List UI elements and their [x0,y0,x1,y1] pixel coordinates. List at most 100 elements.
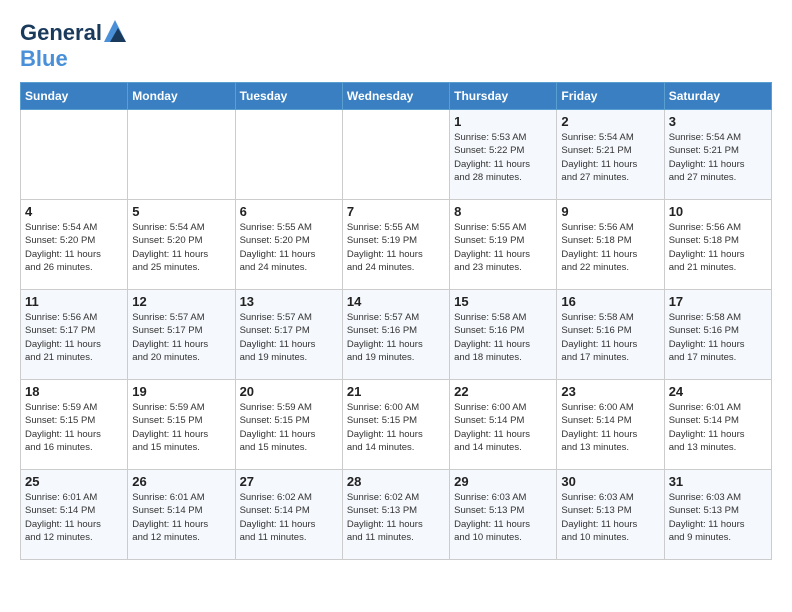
day-number: 11 [25,294,123,309]
calendar-cell: 27 Sunrise: 6:02 AM Sunset: 5:14 PM Dayli… [235,470,342,560]
day-info: Sunrise: 5:55 AM Sunset: 5:19 PM Dayligh… [347,221,445,274]
day-info: Sunrise: 6:02 AM Sunset: 5:13 PM Dayligh… [347,491,445,544]
day-number: 6 [240,204,338,219]
calendar-cell: 25 Sunrise: 6:01 AM Sunset: 5:14 PM Dayli… [21,470,128,560]
day-number: 25 [25,474,123,489]
day-info: Sunrise: 5:55 AM Sunset: 5:20 PM Dayligh… [240,221,338,274]
day-info: Sunrise: 5:53 AM Sunset: 5:22 PM Dayligh… [454,131,552,184]
day-number: 22 [454,384,552,399]
day-number: 10 [669,204,767,219]
calendar-cell: 2 Sunrise: 5:54 AM Sunset: 5:21 PM Daylig… [557,110,664,200]
day-number: 4 [25,204,123,219]
day-info: Sunrise: 5:58 AM Sunset: 5:16 PM Dayligh… [561,311,659,364]
day-info: Sunrise: 6:00 AM Sunset: 5:14 PM Dayligh… [454,401,552,454]
calendar-cell: 21 Sunrise: 6:00 AM Sunset: 5:15 PM Dayli… [342,380,449,470]
day-info: Sunrise: 6:00 AM Sunset: 5:15 PM Dayligh… [347,401,445,454]
calendar-cell: 17 Sunrise: 5:58 AM Sunset: 5:16 PM Dayli… [664,290,771,380]
logo-blue-text: Blue [20,46,68,71]
day-info: Sunrise: 5:56 AM Sunset: 5:17 PM Dayligh… [25,311,123,364]
day-info: Sunrise: 6:01 AM Sunset: 5:14 PM Dayligh… [25,491,123,544]
calendar-cell: 6 Sunrise: 5:55 AM Sunset: 5:20 PM Daylig… [235,200,342,290]
day-info: Sunrise: 6:00 AM Sunset: 5:14 PM Dayligh… [561,401,659,454]
day-number: 9 [561,204,659,219]
calendar-cell: 28 Sunrise: 6:02 AM Sunset: 5:13 PM Dayli… [342,470,449,560]
day-info: Sunrise: 5:56 AM Sunset: 5:18 PM Dayligh… [669,221,767,274]
day-info: Sunrise: 6:03 AM Sunset: 5:13 PM Dayligh… [561,491,659,544]
day-info: Sunrise: 6:03 AM Sunset: 5:13 PM Dayligh… [669,491,767,544]
calendar-cell: 23 Sunrise: 6:00 AM Sunset: 5:14 PM Dayli… [557,380,664,470]
day-info: Sunrise: 5:54 AM Sunset: 5:20 PM Dayligh… [25,221,123,274]
day-number: 15 [454,294,552,309]
calendar-cell: 16 Sunrise: 5:58 AM Sunset: 5:16 PM Dayli… [557,290,664,380]
day-info: Sunrise: 5:55 AM Sunset: 5:19 PM Dayligh… [454,221,552,274]
day-number: 28 [347,474,445,489]
day-header-tuesday: Tuesday [235,83,342,110]
calendar-cell: 15 Sunrise: 5:58 AM Sunset: 5:16 PM Dayli… [450,290,557,380]
calendar-cell: 8Sunrise: 5:55 AM Sunset: 5:19 PM Daylig… [450,200,557,290]
logo-general-text: General [20,20,102,46]
day-number: 16 [561,294,659,309]
day-info: Sunrise: 5:57 AM Sunset: 5:17 PM Dayligh… [132,311,230,364]
calendar-cell: 20Sunrise: 5:59 AM Sunset: 5:15 PM Dayli… [235,380,342,470]
calendar-cell [235,110,342,200]
day-number: 12 [132,294,230,309]
page-header: General Blue [20,20,772,72]
day-info: Sunrise: 5:59 AM Sunset: 5:15 PM Dayligh… [240,401,338,454]
calendar-cell: 12 Sunrise: 5:57 AM Sunset: 5:17 PM Dayli… [128,290,235,380]
day-number: 18 [25,384,123,399]
day-number: 2 [561,114,659,129]
day-number: 5 [132,204,230,219]
day-info: Sunrise: 5:59 AM Sunset: 5:15 PM Dayligh… [132,401,230,454]
calendar-cell: 7 Sunrise: 5:55 AM Sunset: 5:19 PM Daylig… [342,200,449,290]
day-info: Sunrise: 5:54 AM Sunset: 5:21 PM Dayligh… [669,131,767,184]
day-info: Sunrise: 6:03 AM Sunset: 5:13 PM Dayligh… [454,491,552,544]
day-number: 7 [347,204,445,219]
calendar-cell: 1 Sunrise: 5:53 AM Sunset: 5:22 PM Daylig… [450,110,557,200]
calendar-cell: 13 Sunrise: 5:57 AM Sunset: 5:17 PM Dayli… [235,290,342,380]
day-number: 24 [669,384,767,399]
day-info: Sunrise: 5:56 AM Sunset: 5:18 PM Dayligh… [561,221,659,274]
day-info: Sunrise: 6:01 AM Sunset: 5:14 PM Dayligh… [132,491,230,544]
calendar-cell: 3 Sunrise: 5:54 AM Sunset: 5:21 PM Daylig… [664,110,771,200]
calendar-cell: 31 Sunrise: 6:03 AM Sunset: 5:13 PM Dayli… [664,470,771,560]
calendar-cell [342,110,449,200]
calendar-cell: 24Sunrise: 6:01 AM Sunset: 5:14 PM Dayli… [664,380,771,470]
calendar-cell: 5 Sunrise: 5:54 AM Sunset: 5:20 PM Daylig… [128,200,235,290]
day-info: Sunrise: 5:57 AM Sunset: 5:16 PM Dayligh… [347,311,445,364]
day-info: Sunrise: 6:02 AM Sunset: 5:14 PM Dayligh… [240,491,338,544]
day-number: 27 [240,474,338,489]
day-info: Sunrise: 5:59 AM Sunset: 5:15 PM Dayligh… [25,401,123,454]
day-number: 29 [454,474,552,489]
day-info: Sunrise: 5:58 AM Sunset: 5:16 PM Dayligh… [669,311,767,364]
calendar-cell: 30 Sunrise: 6:03 AM Sunset: 5:13 PM Dayli… [557,470,664,560]
day-header-wednesday: Wednesday [342,83,449,110]
day-header-sunday: Sunday [21,83,128,110]
day-info: Sunrise: 5:54 AM Sunset: 5:20 PM Dayligh… [132,221,230,274]
day-number: 26 [132,474,230,489]
day-number: 21 [347,384,445,399]
day-header-friday: Friday [557,83,664,110]
day-number: 31 [669,474,767,489]
calendar-cell: 22 Sunrise: 6:00 AM Sunset: 5:14 PM Dayli… [450,380,557,470]
calendar-cell: 29 Sunrise: 6:03 AM Sunset: 5:13 PM Dayli… [450,470,557,560]
calendar-cell: 4 Sunrise: 5:54 AM Sunset: 5:20 PM Daylig… [21,200,128,290]
calendar-cell [21,110,128,200]
day-info: Sunrise: 5:58 AM Sunset: 5:16 PM Dayligh… [454,311,552,364]
calendar-cell [128,110,235,200]
day-number: 13 [240,294,338,309]
day-header-thursday: Thursday [450,83,557,110]
day-number: 1 [454,114,552,129]
day-number: 23 [561,384,659,399]
day-header-monday: Monday [128,83,235,110]
logo-icon [104,20,126,42]
calendar-cell: 18 Sunrise: 5:59 AM Sunset: 5:15 PM Dayli… [21,380,128,470]
day-number: 14 [347,294,445,309]
day-number: 30 [561,474,659,489]
day-number: 17 [669,294,767,309]
day-number: 3 [669,114,767,129]
calendar-cell: 26 Sunrise: 6:01 AM Sunset: 5:14 PM Dayli… [128,470,235,560]
calendar-cell: 10 Sunrise: 5:56 AM Sunset: 5:18 PM Dayli… [664,200,771,290]
day-header-saturday: Saturday [664,83,771,110]
day-info: Sunrise: 5:57 AM Sunset: 5:17 PM Dayligh… [240,311,338,364]
day-info: Sunrise: 5:54 AM Sunset: 5:21 PM Dayligh… [561,131,659,184]
